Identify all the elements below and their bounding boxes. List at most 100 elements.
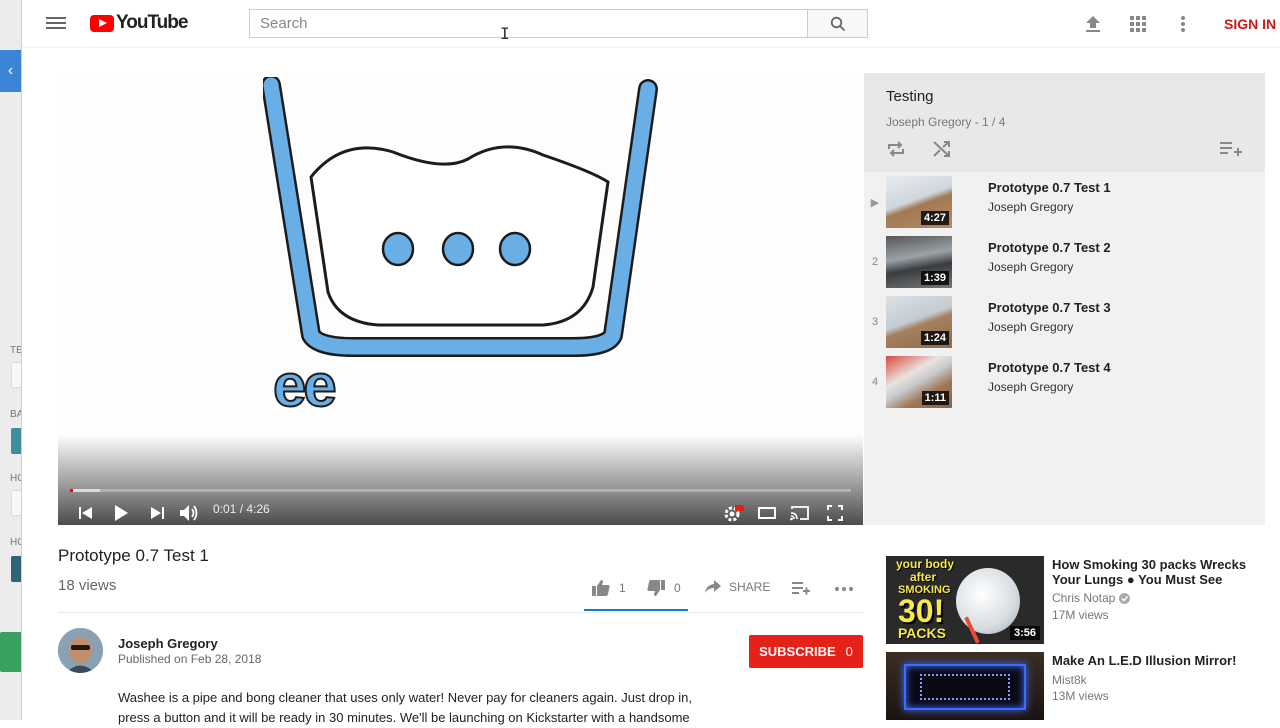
playlist-subtitle: Joseph Gregory - 1 / 4 [886, 115, 1006, 129]
strip-label: HO [10, 473, 21, 484]
shuffle-button[interactable] [932, 140, 952, 163]
save-playlist-button[interactable] [1220, 141, 1242, 162]
playlist-item[interactable]: 3 1:24 Prototype 0.7 Test 3 Joseph Grego… [864, 296, 1265, 356]
time-display: 0:01 / 4:26 [213, 502, 270, 516]
video-player[interactable]: ee 0:01 / 4:26 [58, 73, 863, 525]
apps-grid-icon[interactable] [1127, 13, 1149, 35]
playlist-item-channel: Joseph Gregory [988, 260, 1074, 274]
strip-block [0, 632, 21, 672]
background-app-strip: ‹ TE BA HO HO [0, 0, 22, 720]
cast-icon [790, 506, 809, 521]
playlist-thumbnail: 1:11 [886, 356, 952, 408]
fullscreen-button[interactable] [822, 500, 848, 525]
add-to-button[interactable] [792, 582, 810, 595]
volume-button[interactable] [177, 500, 203, 525]
logo-text: YouTube [116, 12, 188, 33]
progress-played [70, 489, 73, 492]
share-button[interactable]: SHARE [705, 580, 770, 594]
more-actions-button[interactable] [835, 587, 853, 591]
text-cursor-icon: I [500, 24, 510, 43]
upload-icon[interactable] [1082, 13, 1104, 35]
playlist-title[interactable]: Testing [886, 88, 934, 105]
related-video-title[interactable]: Make An L.E.D Illusion Mirror! [1052, 653, 1252, 668]
thumbnail-text: 30! [898, 593, 945, 629]
like-button[interactable]: 1 [592, 580, 626, 596]
settings-button[interactable] [721, 500, 747, 525]
sentiment-bar [584, 609, 688, 611]
youtube-play-logo-icon [90, 14, 114, 32]
cast-button[interactable] [787, 500, 813, 525]
more-vertical-icon[interactable] [1172, 13, 1194, 35]
previous-button[interactable] [73, 500, 99, 525]
subscribe-label: SUBSCRIBE [759, 644, 836, 659]
playlist-thumbnail: 1:24 [886, 296, 952, 348]
related-channel-name: Chris Notap [1052, 591, 1116, 605]
add-to-playlist-icon [792, 582, 810, 595]
thumbnail-text: PACKS [898, 625, 946, 641]
strip-block [11, 556, 21, 582]
theater-mode-button[interactable] [754, 500, 780, 525]
loop-icon [888, 141, 904, 157]
playlist-item-index: 3 [871, 316, 879, 328]
related-channel: Chris Notap [1052, 591, 1131, 605]
playlist-item[interactable]: ▶ 4:27 Prototype 0.7 Test 1 Joseph Grego… [864, 176, 1265, 236]
strip-block [11, 428, 21, 454]
verified-check-icon [1119, 592, 1131, 604]
more-horizontal-icon [835, 587, 853, 591]
subscribe-button[interactable]: SUBSCRIBE 0 [749, 635, 863, 668]
playlist-item-index: 2 [871, 256, 879, 268]
next-button[interactable] [144, 500, 170, 525]
search-button[interactable] [807, 9, 868, 38]
dislike-button[interactable]: 0 [647, 580, 681, 596]
fullscreen-icon [827, 505, 843, 521]
like-count: 1 [619, 581, 626, 595]
previous-icon [79, 507, 92, 519]
youtube-logo[interactable]: YouTube [90, 12, 188, 34]
related-channel-name: Mist8k [1052, 673, 1087, 687]
share-arrow-icon [705, 580, 721, 593]
related-video-title[interactable]: How Smoking 30 packs Wrecks Your Lungs ●… [1052, 557, 1252, 587]
playlist-item-title: Prototype 0.7 Test 2 [988, 240, 1111, 255]
collapse-tab-chevron-icon[interactable]: ‹ [0, 50, 21, 92]
search-icon [830, 16, 845, 31]
channel-name[interactable]: Joseph Gregory [118, 636, 218, 651]
loop-button[interactable] [886, 140, 906, 163]
progress-bar[interactable] [70, 489, 851, 492]
hamburger-menu-icon[interactable] [46, 14, 66, 32]
related-thumbnail[interactable]: your body after SMOKING 30! PACKS 3:56 [886, 556, 1044, 644]
play-button[interactable] [108, 500, 134, 525]
subscriber-count: 0 [845, 644, 853, 659]
now-playing-indicator: ▶ [870, 197, 880, 209]
related-view-count: 17M views [1052, 608, 1109, 622]
share-label: SHARE [729, 580, 771, 594]
duration-badge: 1:11 [921, 391, 949, 405]
add-to-playlist-icon [1220, 142, 1242, 156]
related-thumbnail[interactable] [886, 652, 1044, 720]
theater-mode-icon [758, 507, 776, 519]
playlist-item-title: Prototype 0.7 Test 4 [988, 360, 1111, 375]
playlist-thumbnail: 4:27 [886, 176, 952, 228]
progress-buffered [73, 489, 100, 492]
shuffle-icon [933, 141, 950, 157]
thumbs-up-icon [592, 580, 610, 596]
thumbnail-text: after [910, 570, 937, 584]
playlist-item[interactable]: 2 1:39 Prototype 0.7 Test 2 Joseph Grego… [864, 236, 1265, 296]
duration-badge: 1:24 [920, 331, 949, 345]
video-description: Washee is a pipe and bong cleaner that u… [118, 690, 693, 725]
channel-avatar[interactable] [58, 628, 103, 673]
playlist-item-title: Prototype 0.7 Test 1 [988, 180, 1111, 195]
related-view-count: 13M views [1052, 689, 1109, 703]
playlist-item[interactable]: 4 1:11 Prototype 0.7 Test 4 Joseph Grego… [864, 356, 1265, 416]
thumbs-down-icon [647, 580, 665, 596]
search-input[interactable] [249, 9, 808, 38]
playlist-item-title: Prototype 0.7 Test 3 [988, 300, 1111, 315]
duration-badge: 1:39 [920, 271, 949, 285]
volume-icon [180, 505, 198, 521]
video-title: Prototype 0.7 Test 1 [58, 546, 209, 565]
dislike-count: 0 [674, 581, 681, 595]
washee-wordmark: ee [272, 351, 338, 420]
view-count: 18 views [58, 577, 117, 594]
sign-in-link[interactable]: SIGN IN [1224, 16, 1276, 32]
play-icon [115, 505, 128, 521]
playlist-item-index: 4 [871, 376, 879, 388]
